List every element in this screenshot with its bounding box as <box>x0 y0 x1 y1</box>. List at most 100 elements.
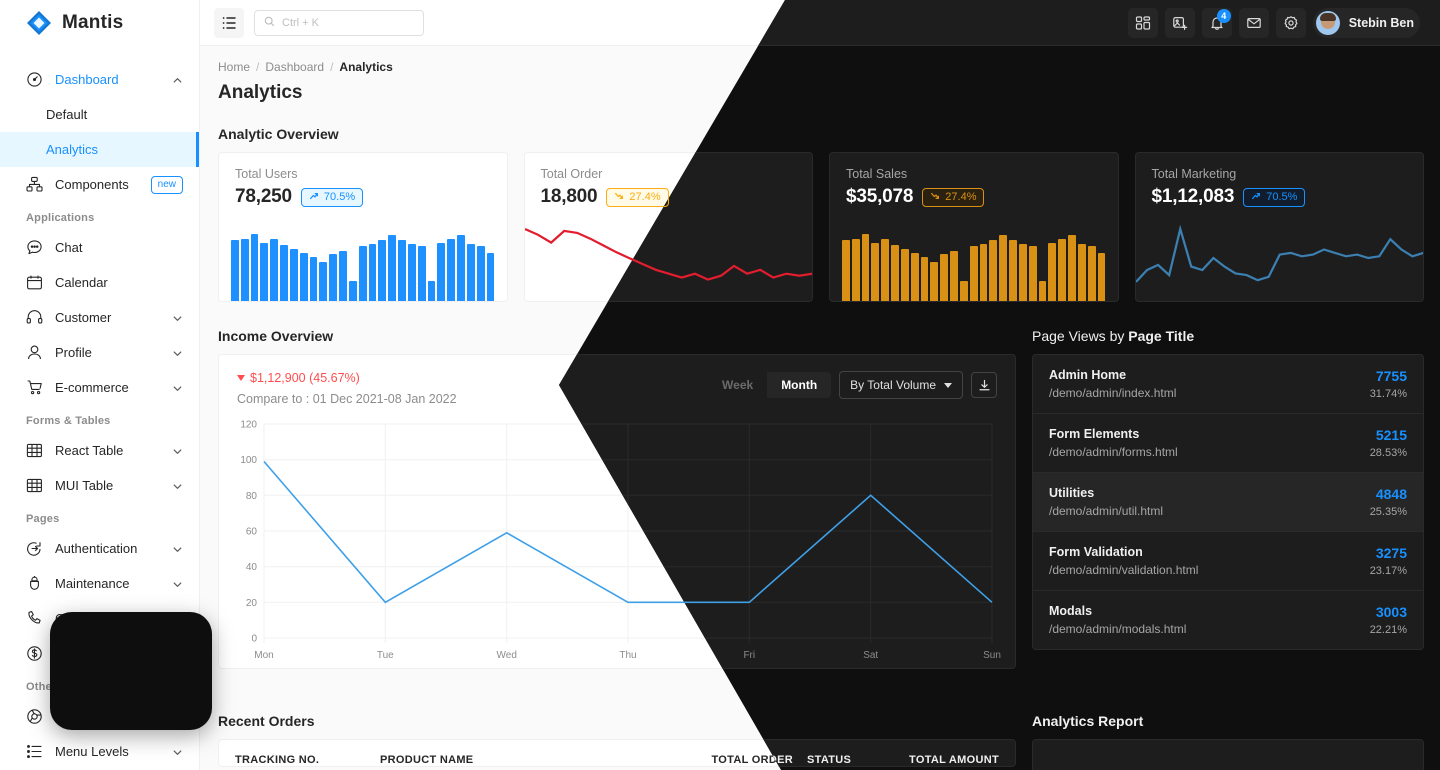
calendar-icon <box>26 274 43 291</box>
support-promo-pill[interactable] <box>50 612 212 730</box>
chevron-down-icon <box>172 312 183 323</box>
x-axis-tick: Wed <box>497 650 517 661</box>
spark-bar <box>240 238 249 301</box>
sidebar-item-analytics[interactable]: Analytics <box>0 132 199 167</box>
spark-bar <box>339 251 347 301</box>
y-axis-tick: 0 <box>251 634 257 645</box>
column-tracking-no: TRACKING NO. <box>235 754 320 766</box>
page-view-row[interactable]: Form Validation /demo/admin/validation.h… <box>1033 531 1423 590</box>
profile-menu[interactable]: Stebin Ben <box>1312 7 1420 38</box>
shopping-cart-icon <box>26 379 43 396</box>
spark-bar <box>289 248 298 301</box>
stat-card-sparkline <box>830 223 1118 301</box>
stat-card[interactable]: Total Users 78,250 70.5% <box>218 152 508 302</box>
sidebar-item-chat[interactable]: Chat <box>0 230 199 265</box>
page-view-percent: 25.35% <box>1369 506 1407 518</box>
gear-icon[interactable] <box>1275 7 1306 38</box>
image-plus-icon[interactable] <box>1164 7 1195 38</box>
spark-bar <box>891 244 899 301</box>
bug-icon <box>26 575 43 592</box>
sidebar-item-customer[interactable]: Customer <box>0 300 199 335</box>
trend-down-icon <box>237 375 245 381</box>
stat-card[interactable]: Total Marketing $1,12,083 70.5% <box>1134 152 1424 302</box>
table-grid-icon <box>26 477 43 494</box>
mail-icon[interactable] <box>1238 7 1269 38</box>
spark-bar <box>900 248 909 301</box>
stat-card[interactable]: Total Sales $35,078 27.4% <box>829 152 1119 302</box>
page-view-row[interactable]: Utilities /demo/admin/util.html 4848 25.… <box>1033 472 1423 531</box>
sidebar-item-maintenance[interactable]: Maintenance <box>0 566 199 601</box>
page-view-row[interactable]: Admin Home /demo/admin/index.html 7755 3… <box>1033 355 1423 413</box>
components-tree-icon <box>26 176 43 193</box>
menu-list-icon[interactable] <box>214 7 244 38</box>
breadcrumb-home[interactable]: Home <box>218 60 250 74</box>
sidebar-item-profile[interactable]: Profile <box>0 335 199 370</box>
stat-card-value: $35,078 <box>846 186 914 207</box>
headset-icon <box>26 309 43 326</box>
sidebar-item-e-commerce[interactable]: E-commerce <box>0 370 199 405</box>
sidebar-item-components[interactable]: Components new <box>0 167 199 202</box>
page-view-count: 3275 <box>1375 545 1407 561</box>
chevron-down-icon <box>172 382 183 393</box>
page-view-row[interactable]: Modals /demo/admin/modals.html 3003 22.2… <box>1033 590 1423 649</box>
sidebar-item-calendar[interactable]: Calendar <box>0 265 199 300</box>
spark-bar <box>437 243 446 301</box>
period-option-week[interactable]: Week <box>708 372 767 398</box>
volume-select-value: By Total Volume <box>850 378 936 392</box>
stat-card-delta-value: 27.4% <box>629 191 661 203</box>
spark-bar <box>881 239 890 301</box>
period-option-month[interactable]: Month <box>767 372 832 398</box>
sidebar-item-components-label: Components <box>55 177 129 192</box>
chat-bubble-icon <box>26 239 43 256</box>
volume-select[interactable]: By Total Volume <box>839 371 963 399</box>
page-view-url: /demo/admin/index.html <box>1049 386 1177 400</box>
search-input[interactable]: Ctrl + K <box>254 9 424 36</box>
y-axis-tick: 120 <box>240 420 257 431</box>
spark-bar <box>457 234 465 301</box>
breadcrumb-dashboard[interactable]: Dashboard <box>265 60 324 74</box>
sparkline-area <box>1135 224 1424 283</box>
page-view-percent: 22.21% <box>1369 624 1407 636</box>
spark-bar <box>476 246 485 301</box>
dashboard-gauge-icon <box>26 71 43 88</box>
page-view-title: Utilities <box>1049 486 1095 500</box>
stat-card-delta-chip: 70.5% <box>300 187 364 207</box>
spark-bar <box>910 252 919 301</box>
bell-icon[interactable]: 4 <box>1201 7 1232 38</box>
page-view-row[interactable]: Form Elements /demo/admin/forms.html 521… <box>1033 413 1423 472</box>
sidebar-item-authentication[interactable]: Authentication <box>0 531 199 566</box>
spark-bar <box>851 238 860 301</box>
sidebar-item-dashboard[interactable]: Dashboard <box>0 62 199 97</box>
spark-bar <box>969 246 978 301</box>
sidebar-item-menu-levels[interactable]: Menu Levels <box>0 734 199 769</box>
spark-bar <box>299 252 308 301</box>
analytics-report-title: Analytics Report <box>1032 713 1144 729</box>
spark-bar <box>1028 246 1037 301</box>
mantis-diamond-logo-icon <box>26 10 52 36</box>
sidebar-item-default[interactable]: Default <box>0 97 199 132</box>
page-view-url: /demo/admin/modals.html <box>1049 622 1187 636</box>
spark-bar <box>466 244 475 301</box>
sparkline-bars <box>219 223 507 301</box>
brand[interactable]: Mantis <box>0 0 199 46</box>
apps-grid-icon[interactable] <box>1127 7 1158 38</box>
sidebar-item-mui-table[interactable]: MUI Table <box>0 468 199 503</box>
x-axis-tick: Fri <box>743 650 755 661</box>
spark-bar <box>368 244 377 301</box>
stat-card-delta-chip: 27.4% <box>606 187 669 207</box>
header-actions: 4 Stebin Ben <box>1127 7 1420 38</box>
download-icon[interactable] <box>971 372 997 398</box>
column-total-amount: TOTAL AMOUNT <box>909 754 999 766</box>
dollar-circle-icon <box>26 645 43 662</box>
column-product-name: PRODUCT NAME <box>380 754 474 766</box>
sidebar-item-react-table[interactable]: React Table <box>0 433 199 468</box>
income-controls: Week Month By Total Volume <box>708 371 997 399</box>
x-axis-tick: Thu <box>619 650 636 661</box>
spark-bar <box>861 233 870 301</box>
stat-card-value: 78,250 <box>235 186 292 207</box>
page-view-title: Modals <box>1049 604 1093 618</box>
y-axis-tick: 100 <box>240 455 257 466</box>
stat-card-value: 18,800 <box>540 186 598 207</box>
page-view-count: 4848 <box>1375 486 1407 502</box>
stat-card-delta-value: 27.4% <box>945 191 977 203</box>
